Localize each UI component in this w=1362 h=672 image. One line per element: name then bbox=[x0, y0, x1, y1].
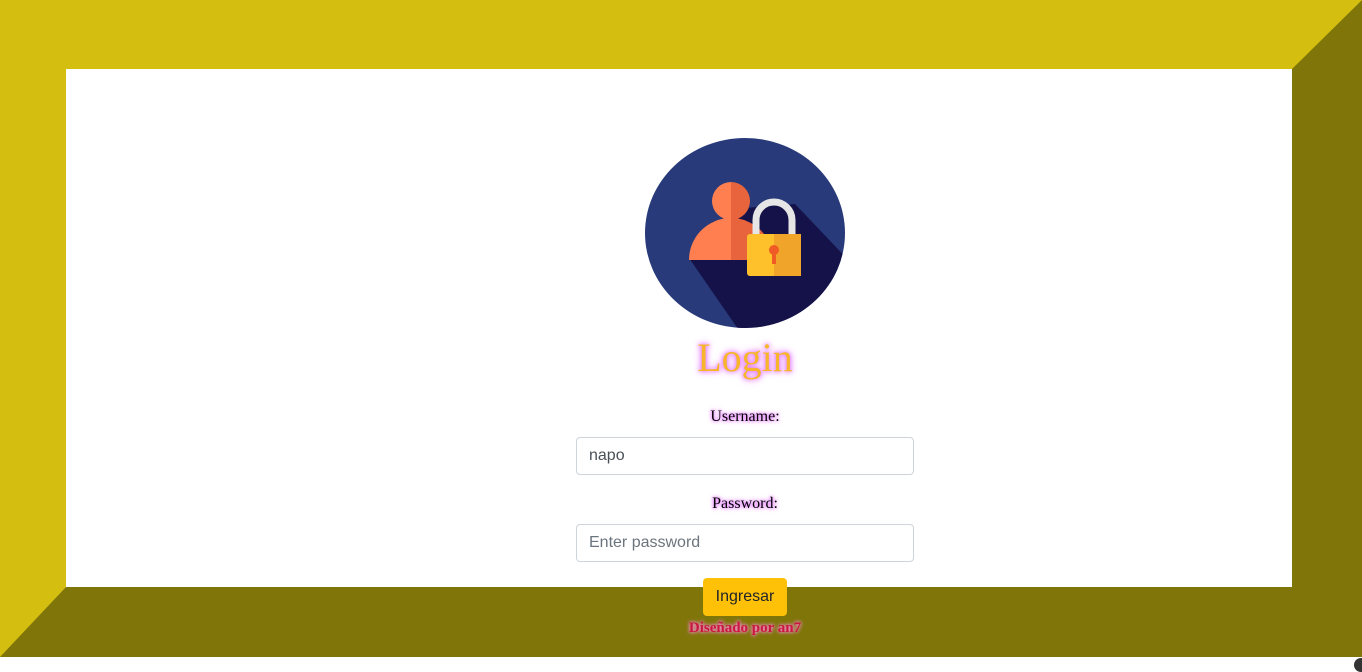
username-input[interactable] bbox=[576, 437, 914, 475]
login-submit-button[interactable]: Ingresar bbox=[703, 578, 787, 616]
designer-credit: Diseñado por an7 bbox=[688, 620, 802, 636]
password-label: Password: bbox=[712, 495, 778, 512]
user-lock-icon bbox=[645, 138, 845, 328]
username-label: Username: bbox=[710, 408, 780, 425]
page-bottom-strip bbox=[0, 657, 1362, 672]
scroll-indicator-icon bbox=[1354, 658, 1362, 672]
password-input[interactable] bbox=[576, 524, 914, 562]
page-frame: Login Username: Password: Ingresar Diseñ… bbox=[0, 0, 1362, 657]
login-panel: Login Username: Password: Ingresar Diseñ… bbox=[132, 138, 1358, 656]
page-title: Login bbox=[697, 335, 793, 380]
